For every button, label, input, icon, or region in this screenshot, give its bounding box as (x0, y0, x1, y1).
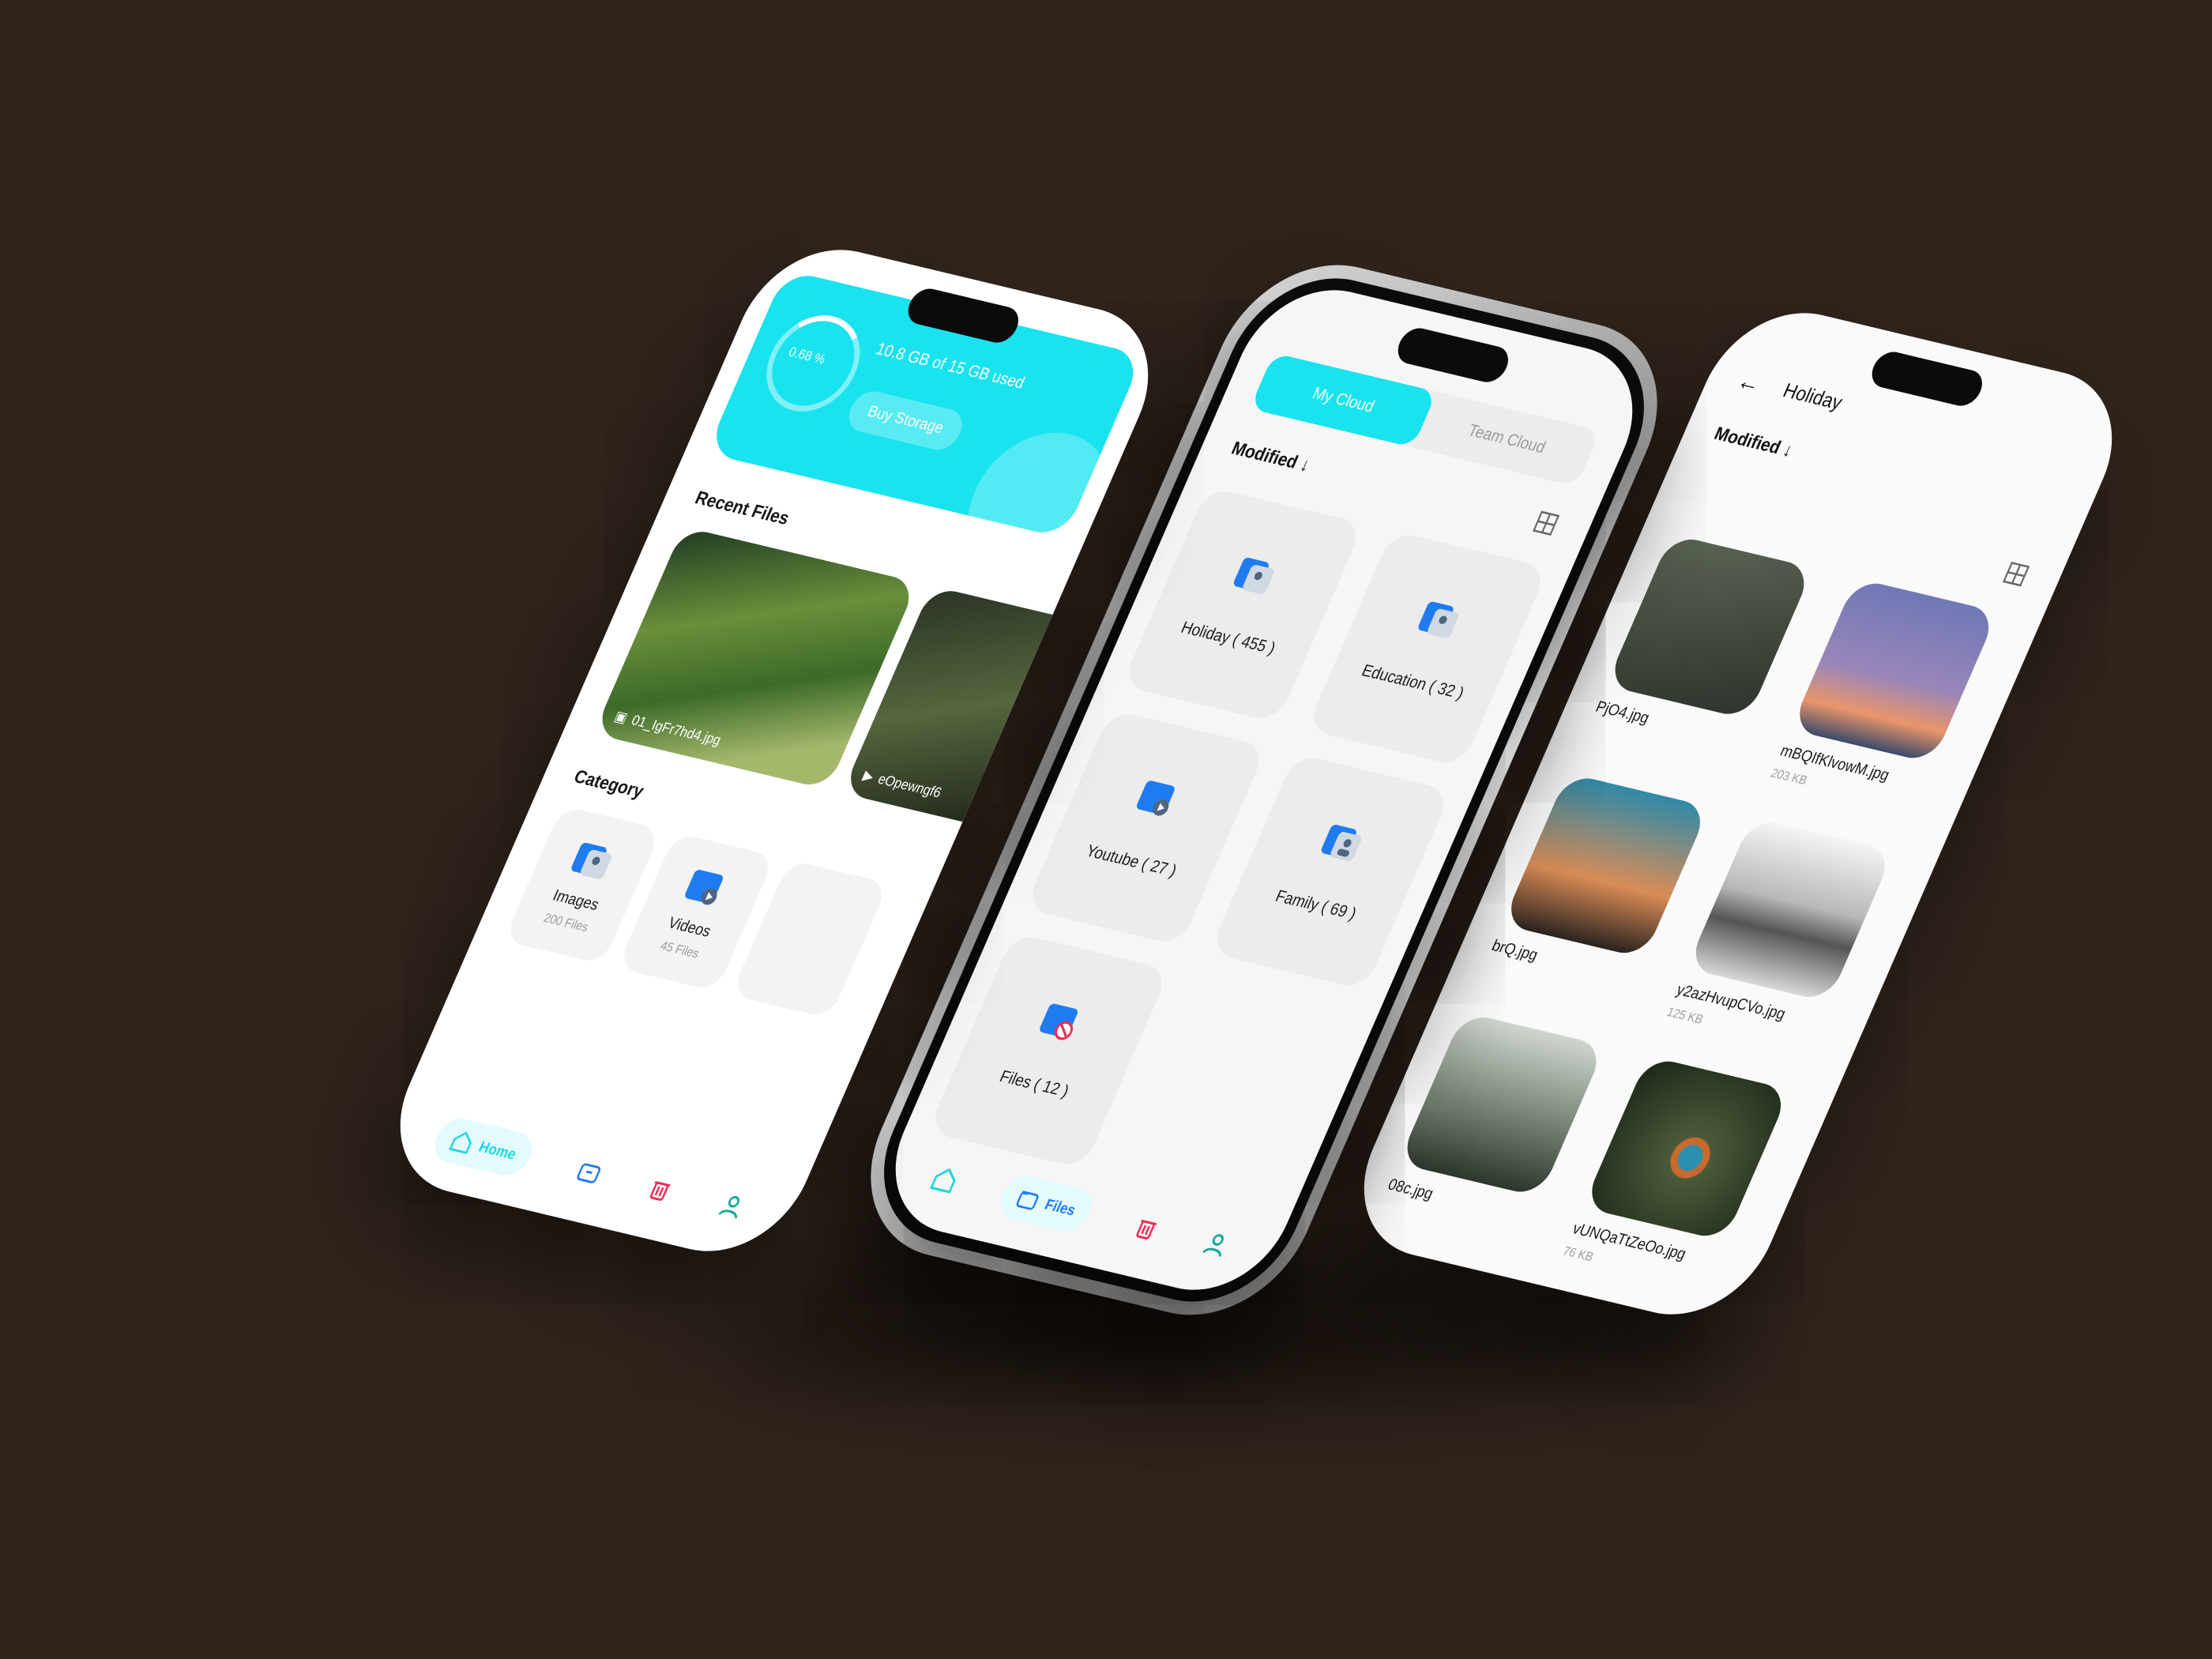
photo-thumb[interactable] (1686, 817, 1894, 1003)
grid-view-icon[interactable] (1531, 510, 1560, 536)
recent-file-name: eOpewngf6 (875, 770, 944, 801)
home-icon (449, 1131, 472, 1154)
folder-name: Files ( 12 ) (996, 1067, 1072, 1101)
recent-file-name: 01_IgFr7hd4.jpg (629, 712, 724, 749)
folder-title: Holiday (1779, 379, 1846, 415)
tab-team-cloud[interactable]: Team Cloud (1413, 392, 1600, 487)
video-icon: ▶ (860, 767, 877, 785)
back-arrow-icon[interactable]: ← (1732, 367, 1765, 399)
sort-dropdown[interactable]: Modified ↓ (1711, 423, 1796, 461)
image-folder-icon (1233, 558, 1274, 594)
nav-home[interactable]: Home (427, 1114, 540, 1180)
nav-home-label: Home (476, 1138, 519, 1163)
nav-files[interactable]: Files (993, 1172, 1099, 1236)
tab-my-cloud[interactable]: My Cloud (1249, 352, 1438, 448)
photo-thumb[interactable] (1582, 1055, 1791, 1242)
video-folder-icon (685, 870, 723, 905)
folder-name: Education ( 32 ) (1359, 661, 1467, 703)
folder-name: Family ( 69 ) (1272, 886, 1360, 924)
decor-circle (943, 419, 1134, 539)
image-folder-icon (1418, 601, 1458, 638)
bottom-nav: Home (371, 1078, 811, 1268)
photo-size: 76 KB (1560, 1243, 1596, 1265)
buy-storage-button[interactable]: Buy Storage (842, 387, 969, 453)
photo-thumb[interactable] (1605, 534, 1814, 720)
profile-icon[interactable] (714, 1190, 750, 1223)
folder-icon (1016, 1191, 1039, 1210)
image-folder-icon (571, 842, 611, 879)
photo-size: 203 KB (1768, 766, 1810, 788)
files-folder-icon (1040, 1003, 1078, 1040)
recent-file-caption: ▶ eOpewngf6 (860, 767, 944, 801)
photo-name: 08c.jpg (1385, 1176, 1436, 1203)
image-icon: ▣ (611, 708, 630, 726)
sort-dropdown[interactable]: Modified ↓ (1228, 438, 1314, 476)
recent-file-caption: ▣ 01_IgFr7hd4.jpg (611, 708, 724, 749)
storage-usage: 10.8 GB of 15 GB used (873, 340, 1028, 393)
folder-name: Youtube ( 27 ) (1082, 841, 1179, 881)
trash-icon[interactable] (643, 1174, 677, 1205)
notch (1392, 325, 1514, 386)
home-icon[interactable] (927, 1164, 963, 1197)
photo-thumb[interactable] (1501, 773, 1710, 958)
photo-size: 125 KB (1665, 1005, 1706, 1027)
profile-icon[interactable] (1198, 1228, 1233, 1261)
nav-files-label: Files (1042, 1195, 1079, 1219)
photo-thumb[interactable] (1398, 1012, 1606, 1198)
photo-thumb[interactable] (1790, 577, 1999, 764)
notch (1866, 348, 1988, 409)
recent-files-title: Recent Files (692, 487, 793, 529)
photo-name: PjO4.jpg (1593, 698, 1652, 728)
grid-view-icon[interactable] (2001, 561, 2030, 588)
mockup-stage: ← Holiday Modified ↓ PjO4.jpg mBQIfKlvow… (0, 0, 2212, 1659)
category-title: Category (570, 766, 648, 802)
folder-icon[interactable] (572, 1157, 606, 1187)
video-folder-icon (1137, 781, 1175, 816)
folder-name: Holiday ( 455 ) (1178, 618, 1278, 658)
trash-icon[interactable] (1130, 1213, 1164, 1243)
family-folder-icon (1321, 825, 1362, 861)
photo-name: brQ.jpg (1488, 937, 1540, 965)
